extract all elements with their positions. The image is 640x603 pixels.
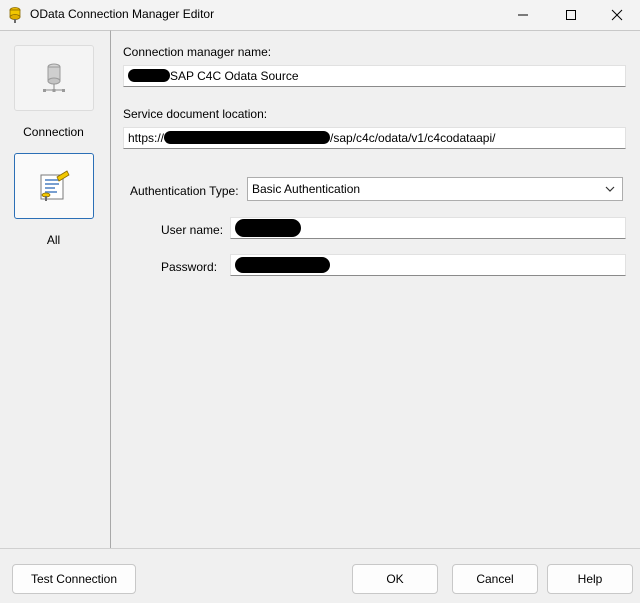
connection-name-value: SAP C4C Odata Source	[170, 69, 299, 83]
auth-type-value: Basic Authentication	[252, 182, 361, 196]
auth-type-label: Authentication Type:	[130, 184, 239, 198]
maximize-icon	[566, 10, 576, 20]
properties-icon	[40, 170, 70, 201]
sidebar-item-connection[interactable]	[14, 45, 94, 111]
password-label: Password:	[161, 260, 218, 274]
sidebar-item-all-label: All	[46, 233, 61, 247]
test-connection-button[interactable]: Test Connection	[12, 564, 136, 594]
connection-name-input[interactable]: SAP C4C Odata Source	[123, 65, 626, 87]
help-button[interactable]: Help	[547, 564, 633, 594]
title-bar: OData Connection Manager Editor	[0, 0, 640, 30]
minimize-icon	[518, 14, 528, 16]
service-location-input[interactable]: https:// /sap/c4c/odata/v1/c4codataapi/	[123, 127, 626, 149]
service-location-prefix: https://	[128, 131, 165, 145]
app-icon	[8, 6, 22, 24]
auth-type-select[interactable]: Basic Authentication	[247, 177, 623, 201]
database-icon	[43, 63, 65, 92]
username-input[interactable]	[230, 217, 626, 239]
redacted-text	[128, 69, 170, 83]
password-input[interactable]	[230, 254, 626, 276]
username-label: User name:	[161, 223, 224, 237]
sidebar: Connection All	[0, 30, 111, 548]
ok-button[interactable]: OK	[352, 564, 438, 594]
chevron-down-icon	[605, 186, 615, 192]
redacted-text	[235, 218, 301, 237]
button-bar: Test Connection OK Cancel Help	[0, 548, 640, 603]
maximize-button[interactable]	[548, 0, 594, 30]
connection-name-label: Connection manager name:	[123, 45, 272, 59]
cancel-button[interactable]: Cancel	[452, 564, 538, 594]
service-location-label: Service document location:	[123, 107, 268, 121]
main-panel: Connection manager name: SAP C4C Odata S…	[111, 30, 640, 548]
window-title: OData Connection Manager Editor	[30, 7, 215, 21]
sidebar-item-all[interactable]	[14, 153, 94, 219]
close-icon	[611, 9, 623, 21]
close-button[interactable]	[594, 0, 640, 30]
sidebar-item-connection-label: Connection	[23, 125, 84, 139]
minimize-button[interactable]	[500, 0, 546, 30]
service-location-suffix: /sap/c4c/odata/v1/c4codataapi/	[330, 131, 496, 145]
redacted-text	[235, 256, 330, 273]
redacted-text	[164, 131, 331, 145]
